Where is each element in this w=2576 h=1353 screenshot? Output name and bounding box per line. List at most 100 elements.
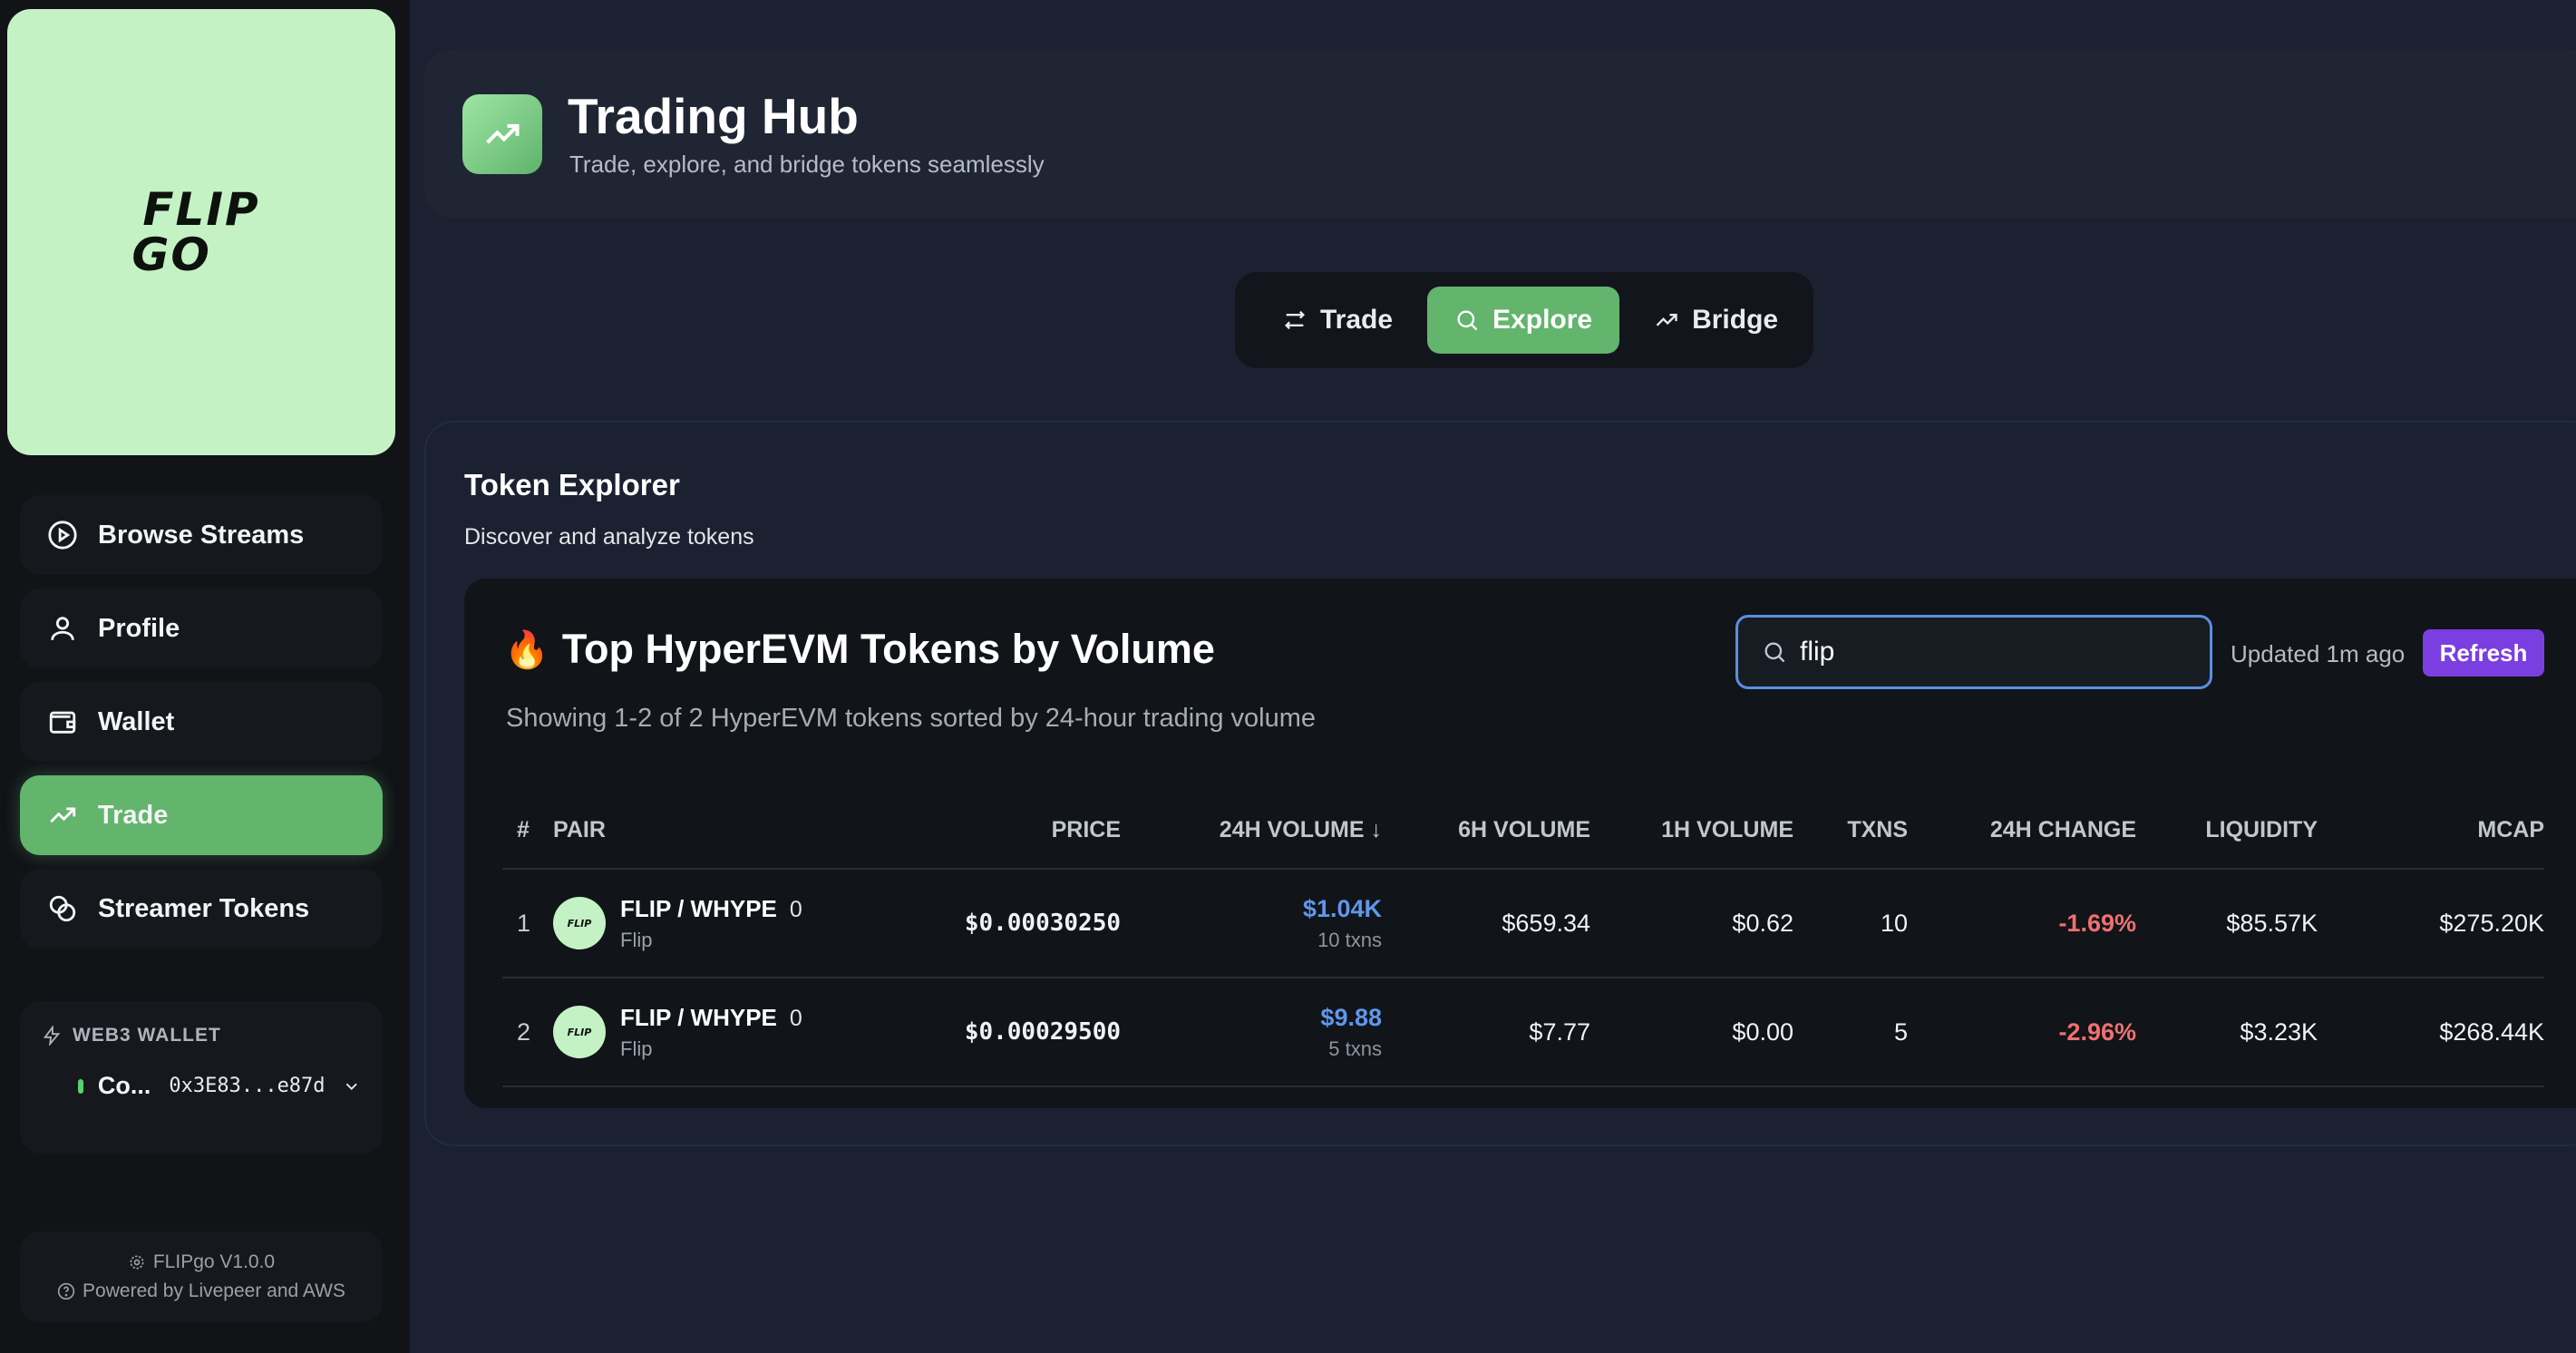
logo-wordmark: FLIP GO: [131, 183, 260, 277]
wallet-icon: [47, 706, 78, 737]
volume-24h-value: $9.88: [1320, 1003, 1382, 1031]
volume-1h: $0.00: [1590, 978, 1793, 1087]
flipgo-logo[interactable]: FLIP GO: [7, 9, 395, 455]
page-header: Trading Hub Trade, explore, and bridge t…: [424, 49, 2576, 218]
sidebar-item-profile[interactable]: Profile: [20, 589, 383, 668]
hub-tabs: Trade Explore Bridge: [1235, 272, 1813, 368]
liquidity: $85.57K: [2136, 869, 2318, 978]
change-24h: -2.96%: [1908, 978, 2136, 1087]
tokens-table: # PAIR PRICE 24H VOLUME ↓ 6H VOLUME 1H V…: [502, 793, 2544, 1087]
swap-arrows-icon: [1285, 310, 1305, 330]
powered-text: Powered by Livepeer and AWS: [83, 1280, 345, 1301]
pair-cell: FLIP FLIP / WHYPE 0 Flip: [553, 869, 907, 978]
sidebar-item-streamer-tokens[interactable]: Streamer Tokens: [20, 869, 383, 949]
wallet-heading: WEB3 WALLET: [42, 1025, 361, 1046]
pair-badge: 0: [789, 896, 802, 922]
col-price[interactable]: PRICE: [907, 793, 1121, 870]
sidebar-item-browse-streams[interactable]: Browse Streams: [20, 495, 383, 575]
pair-name[interactable]: FLIP / WHYPE 0: [620, 895, 802, 923]
connection-status-dot: [78, 1078, 83, 1094]
coins-icon: [47, 893, 78, 924]
wallet-status: Co...: [97, 1072, 151, 1099]
sidebar-item-label: Browse Streams: [98, 520, 305, 550]
volume-24h-value: $1.04K: [1302, 894, 1382, 922]
change-24h: -1.69%: [1908, 869, 2136, 978]
sidebar-item-label: Streamer Tokens: [98, 893, 310, 923]
powered-line: Powered by Livepeer and AWS: [57, 1280, 345, 1302]
col-6h-volume[interactable]: 6H VOLUME: [1382, 793, 1590, 870]
sidebar-item-label: Trade: [98, 800, 169, 830]
app-root: FLIP GO Browse Streams Profile Wallet Tr…: [0, 0, 2576, 1353]
logo-line-2: GO: [131, 229, 211, 281]
token-search[interactable]: [1735, 615, 2212, 689]
help-circle-icon: [57, 1282, 75, 1300]
refresh-button[interactable]: Refresh: [2423, 629, 2544, 676]
sidebar-item-label: Profile: [98, 613, 180, 643]
volume-1h: $0.62: [1590, 869, 1793, 978]
col-24h-volume[interactable]: 24H VOLUME ↓: [1121, 793, 1382, 870]
wallet-connect-dropdown[interactable]: Co... 0x3E83...e87d: [42, 1072, 361, 1100]
volume-6h: $7.77: [1382, 978, 1590, 1087]
tab-trade[interactable]: Trade: [1255, 287, 1420, 354]
row-index: 2: [502, 978, 553, 1087]
trending-up-icon: [1656, 314, 1677, 326]
col-txns[interactable]: TXNS: [1793, 793, 1908, 870]
price: $0.00030250: [907, 869, 1121, 978]
gear-icon: [130, 1255, 144, 1270]
explorer-title: Token Explorer: [464, 468, 680, 501]
table-header-row: # PAIR PRICE 24H VOLUME ↓ 6H VOLUME 1H V…: [502, 793, 2544, 870]
tab-explore[interactable]: Explore: [1427, 287, 1620, 354]
sidebar-footer: FLIPgo V1.0.0 Powered by Livepeer and AW…: [20, 1231, 383, 1322]
col-index: #: [502, 793, 553, 870]
search-input[interactable]: [1800, 637, 2181, 667]
sidebar-nav: Browse Streams Profile Wallet Trade Stre…: [20, 495, 383, 962]
sidebar-item-wallet[interactable]: Wallet: [20, 682, 383, 762]
tab-bridge[interactable]: Bridge: [1627, 287, 1805, 354]
sidebar: FLIP GO Browse Streams Profile Wallet Tr…: [0, 0, 410, 1353]
col-mcap[interactable]: MCAP: [2318, 793, 2544, 870]
tokens-title: 🔥 Top HyperEVM Tokens by Volume: [504, 626, 1215, 673]
wallet-heading-text: WEB3 WALLET: [73, 1025, 221, 1046]
col-pair[interactable]: PAIR: [553, 793, 907, 870]
explorer-subtitle: Discover and analyze tokens: [464, 524, 754, 550]
token-avatar: FLIP: [553, 897, 606, 949]
mcap: $268.44K: [2318, 978, 2544, 1087]
lightning-icon: [43, 1026, 61, 1046]
tokens-title-text: Top HyperEVM Tokens by Volume: [561, 626, 1215, 672]
updated-timestamp: Updated 1m ago: [2231, 640, 2406, 667]
liquidity: $3.23K: [2136, 978, 2318, 1087]
play-circle-icon: [47, 520, 78, 550]
txns: 5: [1793, 978, 1908, 1087]
token-explorer: Token Explorer Discover and analyze toke…: [424, 421, 2576, 1146]
web3-wallet-panel: WEB3 WALLET Co... 0x3E83...e87d: [20, 1001, 383, 1153]
tab-label: Explore: [1492, 305, 1593, 335]
pair-name[interactable]: FLIP / WHYPE 0: [620, 1004, 802, 1032]
top-tokens-panel: 🔥 Top HyperEVM Tokens by Volume Showing …: [464, 579, 2576, 1108]
txns: 10: [1793, 869, 1908, 978]
wallet-address: 0x3E83...e87d: [169, 1075, 326, 1097]
col-24h-change[interactable]: 24H CHANGE: [1908, 793, 2136, 870]
page-title: Trading Hub: [568, 88, 859, 144]
search-icon: [1457, 310, 1478, 331]
token-avatar: FLIP: [553, 1006, 606, 1058]
trending-up-icon: [47, 800, 78, 831]
volume-24h: $9.88 5 txns: [1121, 978, 1382, 1087]
search-icon: [1764, 642, 1785, 663]
chevron-down-icon: [345, 1083, 357, 1090]
price: $0.00029500: [907, 978, 1121, 1087]
version-text: FLIPgo V1.0.0: [152, 1251, 276, 1272]
page-subtitle: Trade, explore, and bridge tokens seamle…: [569, 151, 1045, 178]
logo-line-1: FLIP: [142, 183, 260, 236]
volume-6h: $659.34: [1382, 869, 1590, 978]
sidebar-item-trade[interactable]: Trade: [20, 775, 383, 855]
table-row[interactable]: 1 FLIP FLIP / WHYPE 0 Flip $0.00030250 $…: [502, 869, 2544, 978]
tab-label: Bridge: [1692, 305, 1779, 335]
table-row[interactable]: 2 FLIP FLIP / WHYPE 0 Flip $0.00029500 $…: [502, 978, 2544, 1087]
version-line: FLIPgo V1.0.0: [128, 1251, 275, 1273]
pair-cell: FLIP FLIP / WHYPE 0 Flip: [553, 978, 907, 1087]
col-1h-volume[interactable]: 1H VOLUME: [1590, 793, 1793, 870]
mcap: $275.20K: [2318, 869, 2544, 978]
col-liquidity[interactable]: LIQUIDITY: [2136, 793, 2318, 870]
tab-label: Trade: [1320, 305, 1394, 335]
volume-24h-txns: 10 txns: [1317, 928, 1382, 951]
